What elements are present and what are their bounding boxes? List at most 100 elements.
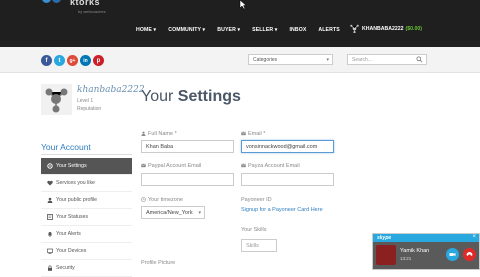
email-field[interactable]: vonsinnackwood@gmail.com [241,140,334,153]
end-call-button[interactable] [463,248,476,261]
category-select-value: Categories [253,57,278,63]
page-title-bold: Settings [177,88,241,105]
logo-subtitle: by webcoaches [78,9,106,14]
hangup-icon [466,252,473,256]
user-avatar-icon [350,24,359,33]
search-icon[interactable] [416,56,423,63]
timezone-select[interactable]: America/New_York ▾ [141,206,205,219]
nav-seller[interactable]: SELLER ▾ [252,27,277,33]
account-balance: ($0.00) [405,25,422,32]
user-menu[interactable]: KHANBABA2222 ($0.00) [350,24,422,33]
google-plus-icon[interactable]: g+ [67,55,78,66]
site-logo[interactable]: ktorks by webcoaches [38,0,118,16]
payza-email-field[interactable] [241,173,334,186]
sidebar-item-security[interactable]: Security [41,260,132,277]
payoneer-label: Payoneer ID [241,197,272,203]
twitter-icon[interactable]: t [54,55,65,66]
search-placeholder: Search... [352,57,373,63]
sidebar-item-label: Security [56,265,75,271]
nav-community[interactable]: COMMUNITY ▾ [168,27,205,33]
skype-logo: skype [377,235,392,241]
sidebar-item-public-profile[interactable]: Your public profile [41,192,132,209]
mouse-cursor-icon [239,0,247,9]
search-input[interactable]: Search... [347,54,427,65]
skype-titlebar: skype × [373,234,479,242]
avatar-network-icon [45,88,68,113]
envelope-icon [241,163,246,168]
social-links: f t g+ in p [41,55,104,66]
gear-icon [47,163,53,169]
category-select[interactable]: Categories ▾ [248,54,333,65]
skills-label: Your Skills [241,227,267,233]
payza-label-text: Payza Account Email [248,163,300,169]
sidebar-item-devices[interactable]: Your Devices [41,243,132,260]
sidebar-item-label: Services you like [56,180,95,186]
sidebar-item-label: Your Devices [56,248,87,254]
skills-field[interactable]: Skills [241,239,277,252]
paypal-label-text: Paypal Account Email [148,163,202,169]
camera-icon [449,253,456,256]
username: KHANBABA2222 [362,25,404,32]
linkedin-icon[interactable]: in [80,55,91,66]
nav-home[interactable]: HOME ▾ [136,27,156,33]
page-title-prefix: Your [141,88,178,105]
video-call-button[interactable] [446,248,459,261]
paypal-email-field[interactable] [141,173,234,186]
main-nav: HOME ▾ COMMUNITY ▾ BUYER ▾ SELLER ▾ INBO… [136,27,352,33]
lock-icon [48,265,52,271]
skype-call-popup[interactable]: skype × Yamik Khan 13:21 [372,233,480,270]
user-icon [141,131,146,137]
profile-avatar[interactable] [41,84,72,115]
full-name-label-text: Full Name * [148,131,177,137]
sidebar-item-services-liked[interactable]: Services you like [41,175,132,192]
close-icon[interactable]: × [472,234,476,240]
sidebar-item-label: Your Statuses [56,214,89,220]
heart-icon [47,180,53,186]
chevron-down-icon: ▾ [326,57,329,63]
paypal-label: Paypal Account Email [141,163,201,169]
account-menu: Your Settings Services you like Your pub… [41,158,132,277]
page-title: Your Settings [141,88,241,106]
profile-name[interactable]: khanbaba2222 [77,85,145,95]
bell-icon [48,232,52,237]
sidebar-item-alerts[interactable]: Your Alerts [41,226,132,243]
nav-alerts[interactable]: ALERTS [318,27,339,33]
full-name-label: Full Name * [141,131,177,137]
sidebar-item-statuses[interactable]: Your Statuses [41,209,132,226]
top-navbar: ktorks by webcoaches HOME ▾ COMMUNITY ▾ … [0,0,480,47]
timezone-label-text: Your timezone [148,197,183,203]
full-name-field[interactable]: Khan Baba [141,140,234,153]
nav-buyer[interactable]: BUYER ▾ [217,27,240,33]
profile-picture-label: Profile Picture [141,260,176,266]
envelope-icon [241,131,246,136]
device-icon [47,248,53,254]
profile-level: Level 1 [77,98,94,104]
payoneer-signup-link[interactable]: Signup for a Payoneer Card Here [241,207,323,213]
sidebar-item-settings[interactable]: Your Settings [41,158,132,175]
email-label-text: Email * [248,131,266,137]
envelope-icon [141,163,146,168]
sidebar-item-label: Your Settings [56,163,87,169]
sidebar-divider [41,154,132,155]
facebook-icon[interactable]: f [41,55,52,66]
sidebar-item-label: Your Alerts [56,231,81,237]
payza-label: Payza Account Email [241,163,300,169]
logo-mark-icon [38,0,68,8]
status-icon [47,214,53,220]
sidebar-item-label: Your public profile [56,197,98,203]
caller-avatar [376,245,396,265]
timezone-label: Your timezone [141,197,183,203]
sidebar-title: Your Account [41,142,91,152]
profile-reputation: Reputation [77,106,102,112]
nav-inbox[interactable]: INBOX [289,27,306,33]
caller-name: Yamik Khan [400,248,430,254]
skype-call-body: Yamik Khan 13:21 [373,242,479,269]
timezone-select-value: America/New_York [146,210,193,216]
logo-text: ktorks [70,0,101,7]
chevron-down-icon: ▾ [198,210,201,216]
call-time: 13:21 [400,256,412,261]
pinterest-icon[interactable]: p [93,55,104,66]
user-icon [47,197,53,203]
email-label: Email * [241,131,265,137]
clock-icon [141,197,146,202]
